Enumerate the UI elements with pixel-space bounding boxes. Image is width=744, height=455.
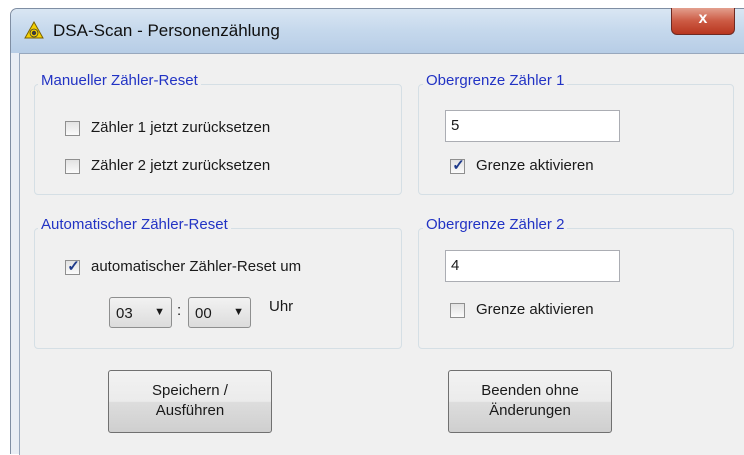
auto-reset-checkbox[interactable]: ✓ <box>65 258 80 275</box>
dialog-window: DSA-Scan - Personenzählung x Manueller Z… <box>10 8 744 455</box>
limit2-activate-checkbox[interactable] <box>450 303 465 318</box>
warning-icon <box>24 21 44 39</box>
auto-reset-label[interactable]: automatischer Zähler-Reset um <box>91 258 301 275</box>
checkmark-icon: ✓ <box>452 157 465 174</box>
limit2-activate-label[interactable]: Grenze aktivieren <box>476 301 594 318</box>
reset-counter1-checkbox[interactable] <box>65 121 80 136</box>
hour-value: 03 <box>116 305 133 322</box>
dialog-client-area: Manueller Zähler-Reset Zähler 1 jetzt zu… <box>19 53 744 455</box>
minute-select[interactable]: 00 ▼ <box>188 297 251 328</box>
time-unit-label: Uhr <box>269 298 294 315</box>
title-bar[interactable]: DSA-Scan - Personenzählung x <box>11 8 744 53</box>
limit2-title: Obergrenze Zähler 2 <box>423 216 568 233</box>
auto-reset-title: Automatischer Zähler-Reset <box>38 216 231 233</box>
limit2-group <box>418 228 734 349</box>
quit-button-line2: Änderungen <box>489 402 571 419</box>
limit1-title: Obergrenze Zähler 1 <box>423 72 568 89</box>
reset-counter1-label[interactable]: Zähler 1 jetzt zurücksetzen <box>91 119 270 136</box>
minute-value: 00 <box>195 305 212 322</box>
reset-counter2-label[interactable]: Zähler 2 jetzt zurücksetzen <box>91 157 270 174</box>
auto-reset-group <box>34 228 402 349</box>
dropdown-arrow-icon: ▼ <box>233 306 244 318</box>
dropdown-arrow-icon: ▼ <box>154 306 165 318</box>
quit-button-line1: Beenden ohne <box>481 382 579 399</box>
quit-without-changes-button[interactable]: Beenden ohne Änderungen <box>448 370 612 433</box>
reset-counter2-checkbox[interactable] <box>65 159 80 174</box>
hour-select[interactable]: 03 ▼ <box>109 297 172 328</box>
limit1-activate-label[interactable]: Grenze aktivieren <box>476 157 594 174</box>
limit1-activate-checkbox[interactable]: ✓ <box>450 157 465 174</box>
time-separator: : <box>177 302 182 319</box>
close-icon: x <box>698 10 708 27</box>
window-title: DSA-Scan - Personenzählung <box>53 21 280 40</box>
checkmark-icon: ✓ <box>67 258 80 275</box>
limit1-input[interactable]: 5 <box>445 110 620 142</box>
save-button-line2: Ausführen <box>155 402 225 419</box>
save-execute-button[interactable]: Speichern / Ausführen <box>108 370 272 433</box>
close-button[interactable]: x <box>671 8 735 35</box>
save-button-line1: Speichern / <box>152 382 228 399</box>
manual-reset-group <box>34 84 402 195</box>
limit2-input[interactable]: 4 <box>445 250 620 282</box>
manual-reset-title: Manueller Zähler-Reset <box>38 72 201 89</box>
